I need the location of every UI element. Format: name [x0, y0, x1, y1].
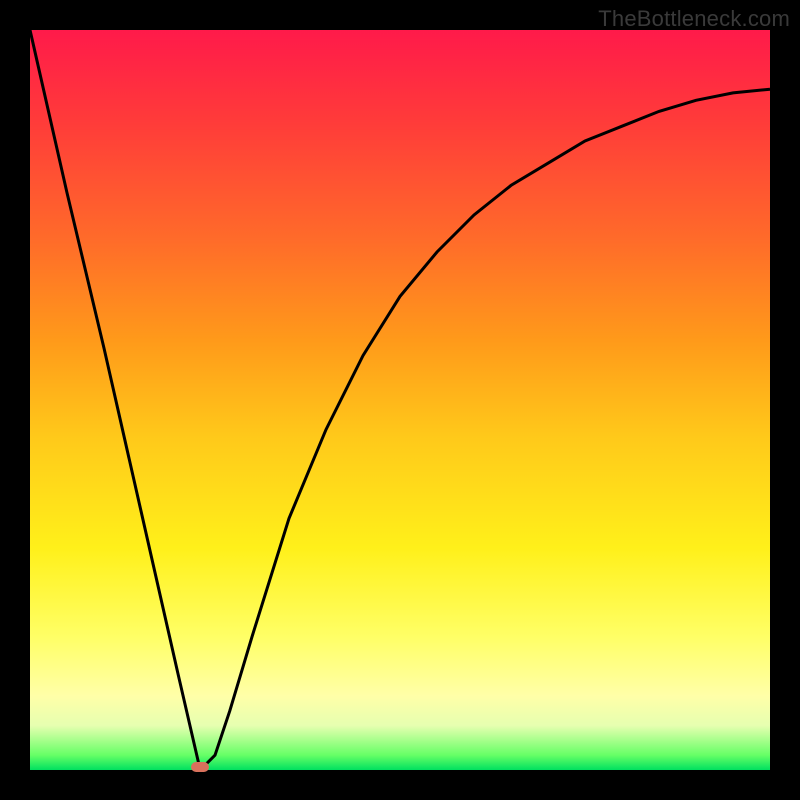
chart-frame: TheBottleneck.com — [0, 0, 800, 800]
curve-path — [30, 30, 770, 770]
bottleneck-curve — [30, 30, 770, 770]
watermark-text: TheBottleneck.com — [598, 6, 790, 32]
valley-marker — [191, 762, 209, 772]
plot-area — [30, 30, 770, 770]
